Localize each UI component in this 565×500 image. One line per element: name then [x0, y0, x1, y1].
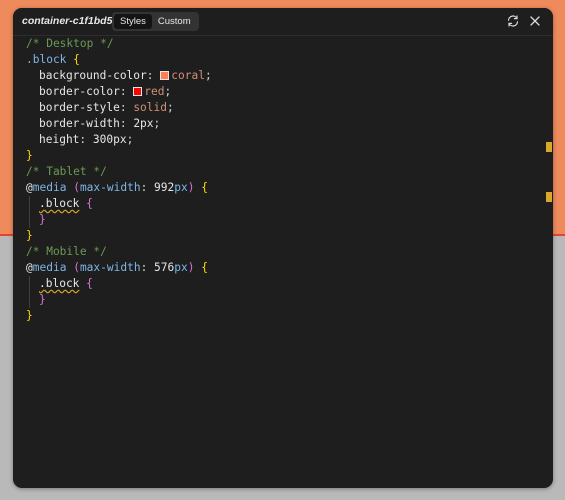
code-editor[interactable]: /* Desktop */ .block { background-color:… [13, 36, 553, 488]
scrollbar-warning-marker[interactable] [546, 192, 552, 202]
code-line: @media (max-width: 992px) { [26, 181, 208, 194]
code-unit: px [174, 181, 188, 194]
color-swatch[interactable] [160, 71, 170, 80]
code-brace: { [201, 261, 208, 274]
code-value: red [144, 85, 165, 98]
code-brace: { [86, 277, 93, 290]
tab-group: Styles Custom [112, 12, 199, 31]
indent-guide [29, 276, 30, 308]
code-line: } [26, 228, 33, 244]
code-selector: .block [39, 197, 80, 210]
code-line: border-width: 2px; [39, 117, 161, 130]
panel-header: container-c1f1bd5 Styles Custom [13, 8, 553, 36]
code-number: 576 [154, 261, 175, 274]
code-brace: { [73, 53, 80, 66]
code-line: border-style: solid; [39, 101, 174, 114]
code-brace: } [26, 229, 33, 242]
css-editor-panel: container-c1f1bd5 Styles Custom /* Deskt… [13, 8, 553, 488]
code-property: border-width [39, 117, 120, 130]
code-property: height [39, 133, 80, 146]
refresh-icon[interactable] [506, 14, 520, 28]
code-line: background-color: coral; [39, 69, 212, 82]
code-line: @media (max-width: 576px) { [26, 261, 208, 274]
code-at-sign: @ [26, 261, 33, 274]
code-keyword: media [32, 261, 67, 274]
code-selector: .block [39, 277, 80, 290]
tab-styles[interactable]: Styles [114, 14, 152, 29]
code-line: border-color: red; [39, 85, 172, 98]
code-brace: { [86, 197, 93, 210]
code-value: 300px [92, 133, 127, 146]
code-keyword: media [32, 181, 67, 194]
code-value: solid [133, 101, 167, 114]
code-line: /* Mobile */ [26, 244, 107, 260]
tab-custom[interactable]: Custom [152, 14, 197, 29]
panel-title: container-c1f1bd5 [22, 15, 113, 27]
code-media-feature: max-width [79, 181, 141, 194]
code-property: background-color [39, 69, 147, 82]
code-comment: /* Tablet */ [26, 165, 107, 178]
code-selector: .block [26, 53, 67, 66]
code-unit: px [174, 261, 188, 274]
code-brace: } [26, 309, 33, 322]
code-line: } [26, 308, 33, 324]
code-line: .block { [26, 196, 93, 212]
code-property: border-color [39, 85, 120, 98]
color-swatch[interactable] [133, 87, 143, 96]
scrollbar-warning-marker[interactable] [546, 142, 552, 152]
code-line: .block { [26, 276, 93, 292]
code-at-sign: @ [26, 181, 33, 194]
indent-guide [29, 196, 30, 228]
code-media-feature: max-width [79, 261, 141, 274]
code-line: } [26, 148, 33, 164]
code-brace: { [201, 181, 208, 194]
code-comment: /* Mobile */ [26, 245, 107, 258]
code-line: /* Tablet */ [26, 164, 107, 180]
code-comment: /* Desktop */ [26, 37, 114, 50]
code-brace: } [39, 213, 46, 226]
code-brace: } [26, 149, 33, 162]
close-icon[interactable] [528, 14, 542, 28]
code-line: /* Desktop */ [26, 36, 114, 52]
code-number: 992 [154, 181, 175, 194]
code-line: height: 300px; [39, 133, 134, 146]
code-brace: } [39, 293, 46, 306]
code-value: 2px [133, 117, 154, 130]
code-value: coral [171, 69, 205, 82]
code-line: .block { [26, 52, 80, 68]
code-property: border-style [39, 101, 120, 114]
